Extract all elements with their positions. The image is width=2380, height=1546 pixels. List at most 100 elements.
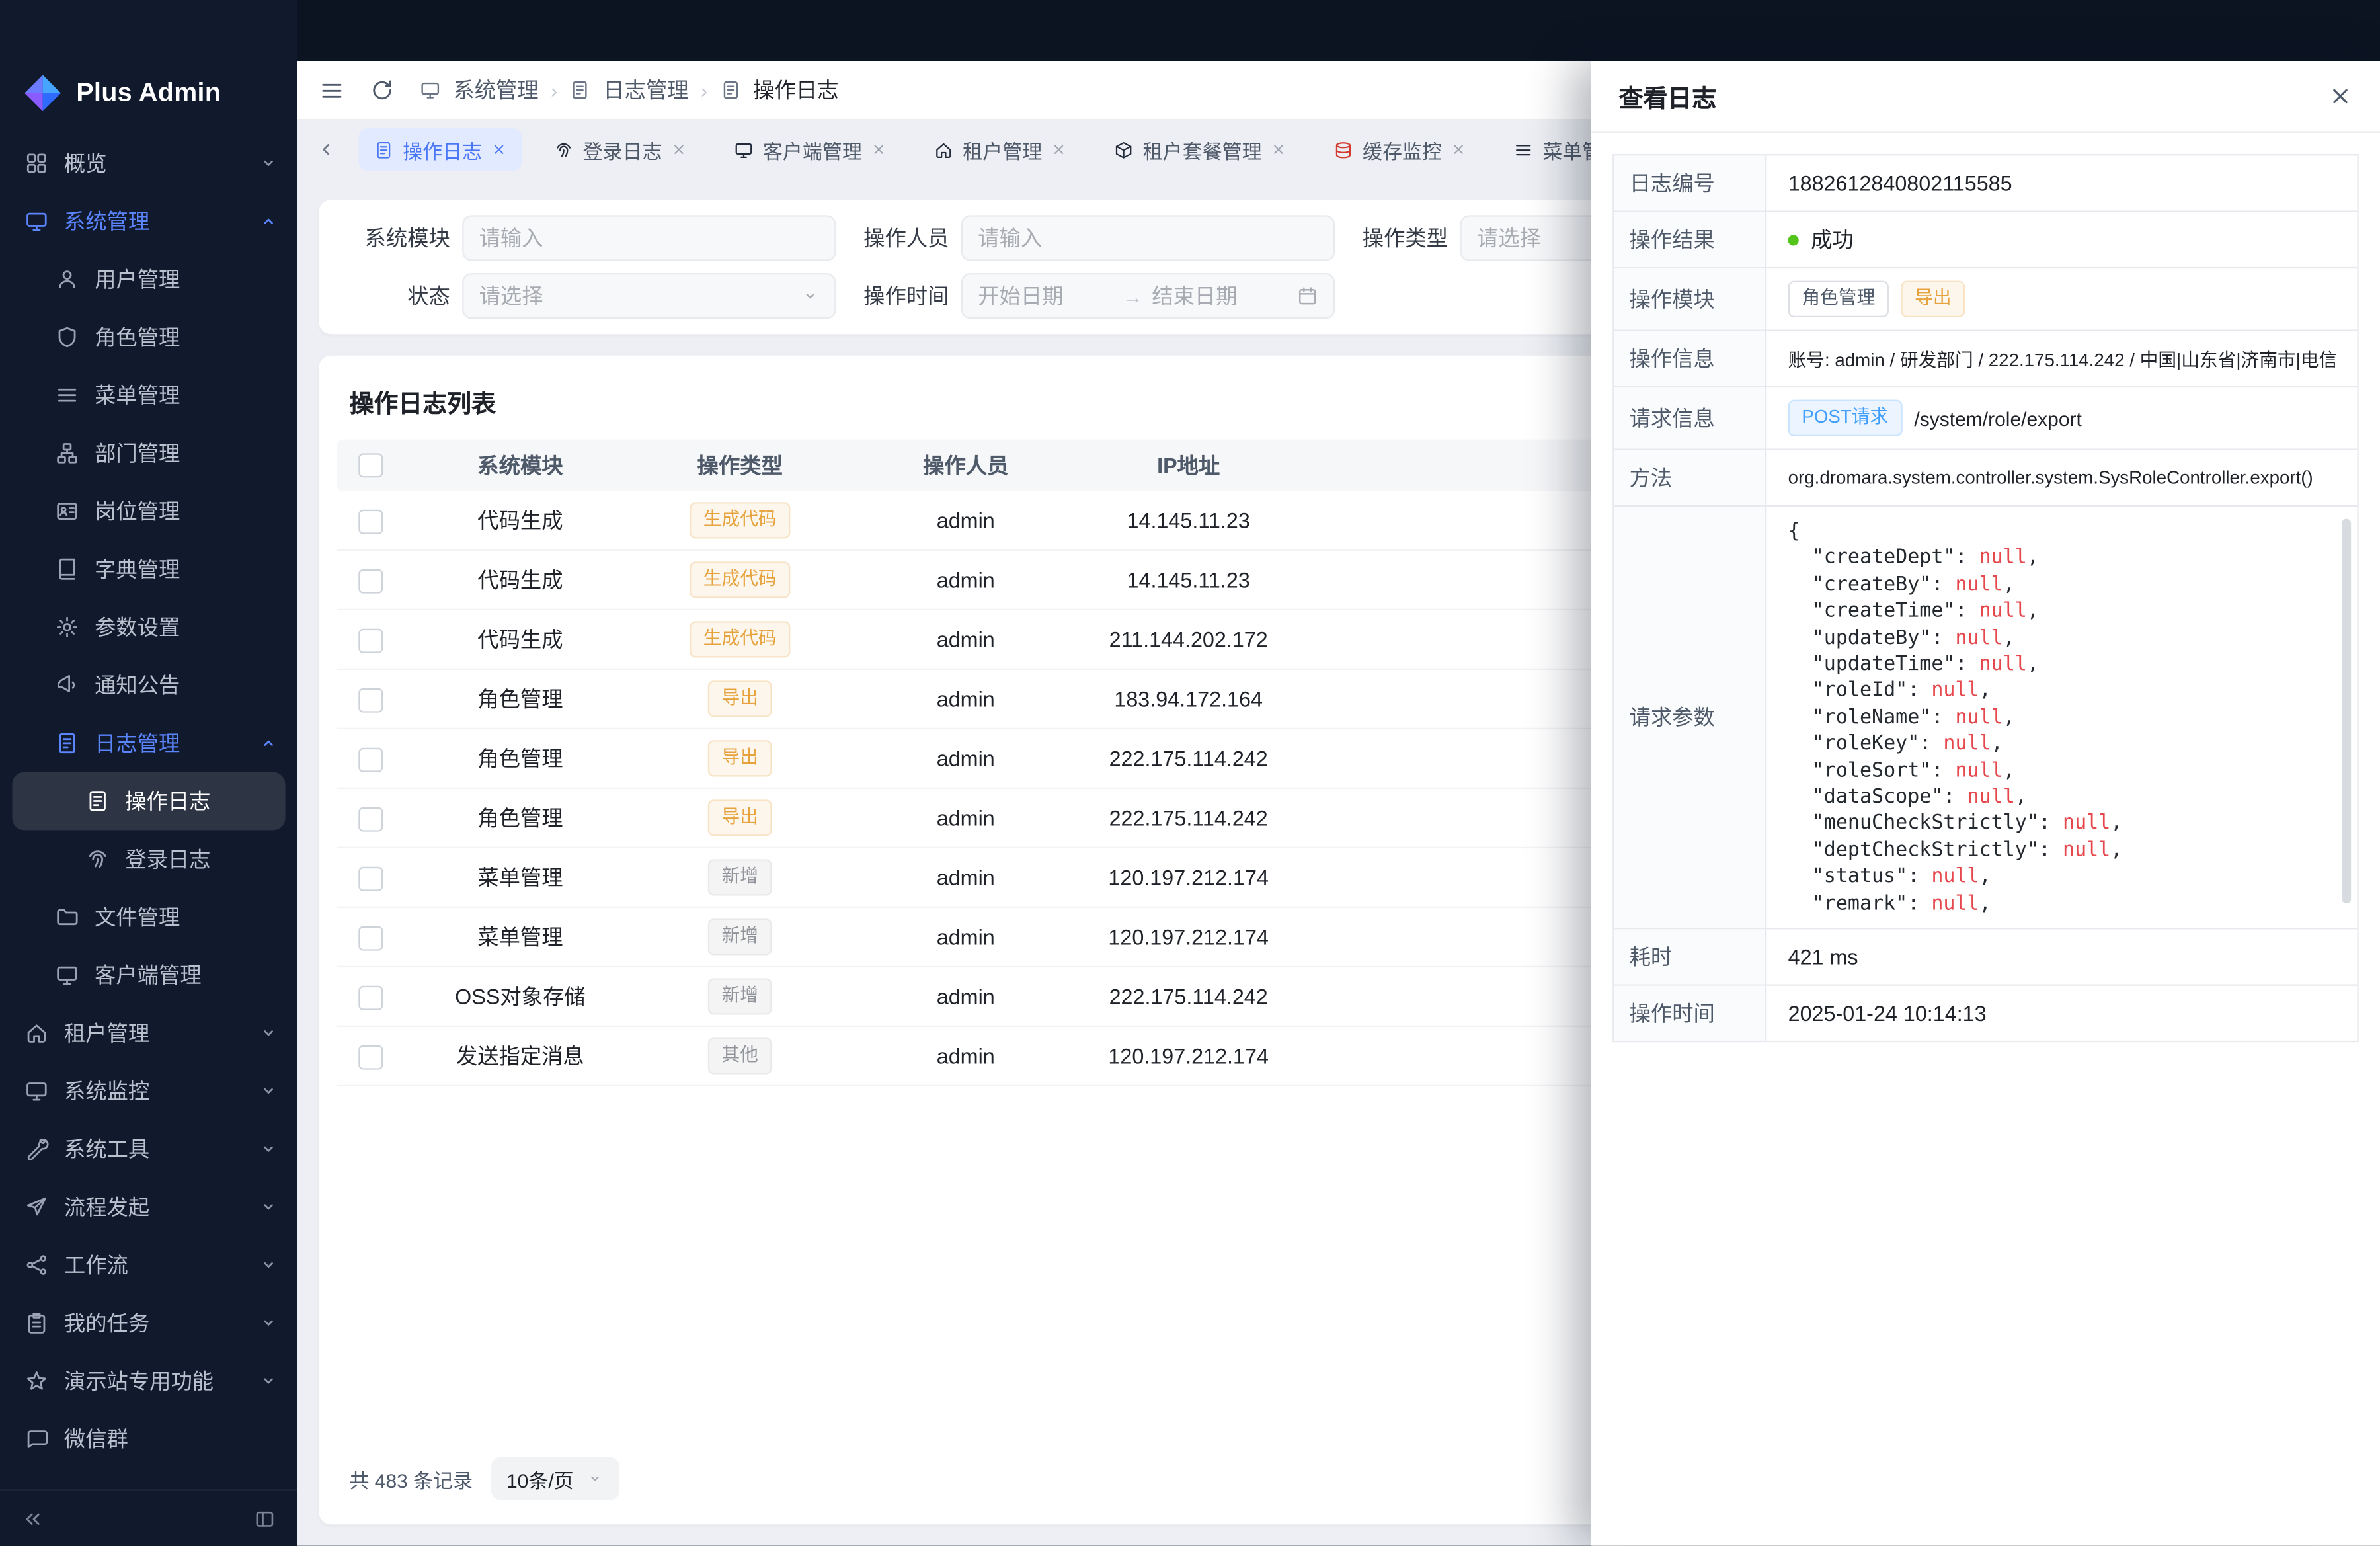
sidebar-item-user-mgmt[interactable]: 用户管理 <box>0 250 298 308</box>
field-label: 请求参数 <box>1614 507 1767 928</box>
sidebar-item-dict-mgmt[interactable]: 字典管理 <box>0 540 298 598</box>
status-select[interactable]: 请选择 <box>462 273 836 319</box>
detail-row-params: 请求参数 { "createDept": null, "createBy": n… <box>1614 507 2358 929</box>
row-checkbox[interactable] <box>358 688 383 712</box>
brand-name: Plus Admin <box>76 78 221 108</box>
tab-tenant-package[interactable]: 租户套餐管理 <box>1099 128 1302 171</box>
page-size-select[interactable]: 10条/页 <box>491 1457 619 1500</box>
clipboard-icon <box>24 1311 49 1335</box>
module-input[interactable] <box>462 215 836 261</box>
row-checkbox[interactable] <box>358 1045 383 1069</box>
row-checkbox[interactable] <box>358 509 383 534</box>
sidebar-item-post-mgmt[interactable]: 岗位管理 <box>0 482 298 540</box>
brand: Plus Admin <box>0 64 298 122</box>
gear-icon <box>55 615 79 639</box>
client-icon <box>55 963 79 987</box>
sidebar-item-role-mgmt[interactable]: 角色管理 <box>0 308 298 366</box>
row-checkbox[interactable] <box>358 807 383 831</box>
sidebar-item-file-mgmt[interactable]: 文件管理 <box>0 888 298 946</box>
sidebar-item-process-start[interactable]: 流程发起 <box>0 1178 298 1237</box>
sidebar-item-system-tools[interactable]: 系统工具 <box>0 1120 298 1178</box>
sidebar-item-demo-features[interactable]: 演示站专用功能 <box>0 1352 298 1410</box>
panel-toggle-icon[interactable] <box>253 1507 276 1530</box>
tab-cache-monitor[interactable]: 缓存监控 <box>1318 128 1482 171</box>
row-checkbox[interactable] <box>358 866 383 891</box>
menu-icon <box>1513 140 1533 159</box>
breadcrumb-item-log[interactable]: 日志管理 <box>603 75 688 105</box>
operation-type-tag: 导出 <box>1901 281 1965 317</box>
menu-icon <box>55 383 79 407</box>
sidebar-item-notice[interactable]: 通知公告 <box>0 656 298 714</box>
code-line: "createDept": null, <box>1788 546 2336 572</box>
calendar-icon <box>1297 286 1318 307</box>
field-label: 操作模块 <box>1614 268 1767 329</box>
role-icon <box>55 325 79 350</box>
sidebar-item-overview[interactable]: 概览 <box>0 134 298 192</box>
filter-time: 操作时间 开始日期 → 结束日期 <box>863 273 1335 319</box>
cell-type: 生成代码 <box>636 621 844 657</box>
cell-operator: admin <box>844 1043 1088 1068</box>
scrollbar-thumb[interactable] <box>2342 519 2351 904</box>
operator-input[interactable] <box>961 215 1335 261</box>
cell-type: 导出 <box>636 740 844 776</box>
cell-operator: admin <box>844 686 1088 711</box>
client-icon <box>734 140 754 159</box>
duration-value: 421 ms <box>1766 929 2357 984</box>
sidebar-item-workflow[interactable]: 工作流 <box>0 1236 298 1294</box>
row-checkbox[interactable] <box>358 985 383 1010</box>
chevron-icon <box>258 1022 279 1043</box>
cell-ip: 120.197.212.174 <box>1088 1043 1289 1068</box>
sidebar-item-operation-log[interactable]: 操作日志 <box>12 772 285 831</box>
close-tab-icon[interactable] <box>871 142 887 157</box>
close-icon[interactable] <box>2328 84 2353 108</box>
operation-type-tag: 生成代码 <box>690 561 790 598</box>
tab-login-log[interactable]: 登录日志 <box>539 128 702 171</box>
filter-status: 状态 请选择 <box>365 273 836 319</box>
operation-type-tag: 其他 <box>708 1037 772 1074</box>
row-checkbox[interactable] <box>358 747 383 772</box>
sidebar-item-my-tasks[interactable]: 我的任务 <box>0 1294 298 1352</box>
sidebar-item-menu-mgmt[interactable]: 菜单管理 <box>0 366 298 425</box>
code-line: "deptCheckStrictly": null, <box>1788 838 2336 864</box>
sidebar-item-param-settings[interactable]: 参数设置 <box>0 598 298 657</box>
detail-row-info: 操作信息 账号: admin / 研发部门 / 222.175.114.242 … <box>1614 331 2358 387</box>
sidebar-item-dept-mgmt[interactable]: 部门管理 <box>0 425 298 483</box>
sidebar-item-tenant-mgmt[interactable]: 租户管理 <box>0 1004 298 1062</box>
tab-operation-log[interactable]: 操作日志 <box>358 128 522 171</box>
sidebar-item-login-log[interactable]: 登录日志 <box>0 830 298 888</box>
close-tab-icon[interactable] <box>1451 142 1466 157</box>
close-tab-icon[interactable] <box>1051 142 1066 157</box>
tab-client-mgmt[interactable]: 客户端管理 <box>719 128 902 171</box>
chevron-icon <box>258 1370 279 1391</box>
sidebar-item-wechat-group[interactable]: 微信群 <box>0 1410 298 1468</box>
breadcrumb-separator: › <box>551 79 557 102</box>
sidebar-item-system-mgmt[interactable]: 系统管理 <box>0 192 298 251</box>
date-range-picker[interactable]: 开始日期 → 结束日期 <box>961 273 1335 319</box>
view-log-drawer: 查看日志 日志编号 1882612840802115585 操作结果 成功 操作… <box>1591 61 2380 1545</box>
code-line: "roleName": null, <box>1788 705 2336 731</box>
sidebar-item-client-mgmt[interactable]: 客户端管理 <box>0 946 298 1004</box>
cell-type: 生成代码 <box>636 561 844 598</box>
hamburger-icon[interactable] <box>319 77 344 103</box>
breadcrumb-item-system[interactable]: 系统管理 <box>453 75 538 105</box>
close-tab-icon[interactable] <box>491 142 506 157</box>
close-tab-icon[interactable] <box>1271 142 1286 157</box>
tab-scroll-left-button[interactable] <box>309 133 343 167</box>
refresh-icon[interactable] <box>369 77 395 103</box>
home-icon <box>24 1021 49 1045</box>
row-checkbox[interactable] <box>358 926 383 950</box>
grid-icon <box>24 151 49 175</box>
filter-module: 系统模块 <box>365 215 836 261</box>
tab-tenant-mgmt[interactable]: 租户管理 <box>918 128 1082 171</box>
sidebar-item-log-mgmt[interactable]: 日志管理 <box>0 714 298 772</box>
row-checkbox[interactable] <box>358 569 383 593</box>
collapse-sidebar-icon[interactable] <box>21 1507 44 1530</box>
breadcrumb-item-operation-log: 操作日志 <box>753 75 838 105</box>
operation-type-tag: 导出 <box>708 680 772 717</box>
select-all-checkbox[interactable] <box>358 453 383 477</box>
code-line: "updateTime": null, <box>1788 651 2336 678</box>
sidebar-item-system-monitor[interactable]: 系统监控 <box>0 1062 298 1120</box>
cell-ip: 222.175.114.242 <box>1088 805 1289 830</box>
row-checkbox[interactable] <box>358 628 383 653</box>
close-tab-icon[interactable] <box>671 142 686 157</box>
